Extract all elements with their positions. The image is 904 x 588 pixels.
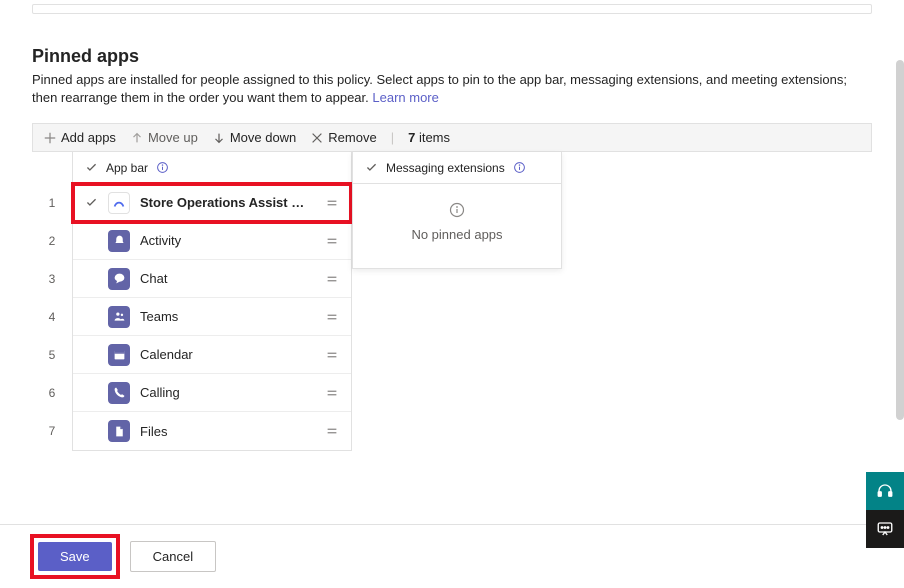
app-icon-store-operations xyxy=(108,192,130,214)
app-row[interactable]: Calling xyxy=(73,374,351,412)
section-title: Pinned apps xyxy=(32,46,872,67)
checkmark-icon[interactable] xyxy=(85,196,98,209)
drag-handle-icon[interactable] xyxy=(321,234,343,248)
app-name: Teams xyxy=(140,309,311,324)
app-bar-column-header[interactable]: App bar xyxy=(73,152,351,184)
row-number: 1 xyxy=(33,184,71,222)
previous-section-sliver xyxy=(32,4,872,14)
pinned-apps-toolbar: Add apps Move up Move down Remove | 7 it… xyxy=(32,123,872,152)
drag-handle-icon[interactable] xyxy=(321,424,343,438)
save-button-highlight: Save xyxy=(36,540,114,573)
app-name: Calendar xyxy=(140,347,311,362)
info-icon xyxy=(365,202,549,221)
app-name: Activity xyxy=(140,233,311,248)
app-name: Calling xyxy=(140,385,311,400)
section-description: Pinned apps are installed for people ass… xyxy=(32,71,862,107)
drag-handle-icon[interactable] xyxy=(321,272,343,286)
app-bar-label: App bar xyxy=(106,161,148,175)
messaging-column-header[interactable]: Messaging extensions xyxy=(353,152,561,184)
item-count: 7 items xyxy=(408,130,450,145)
info-icon[interactable] xyxy=(156,161,169,174)
app-icon-calling xyxy=(108,382,130,404)
item-count-label: items xyxy=(415,130,450,145)
move-down-button[interactable]: Move down xyxy=(212,130,296,145)
teams-admin-pinned-apps-section: Pinned apps Pinned apps are installed fo… xyxy=(0,0,904,588)
messaging-empty-state: No pinned apps xyxy=(353,184,561,268)
checkmark-icon xyxy=(365,161,378,174)
row-number-header xyxy=(33,152,71,184)
move-up-button[interactable]: Move up xyxy=(130,130,198,145)
row-number-column: 1 2 3 4 5 6 7 xyxy=(32,152,72,451)
messaging-label: Messaging extensions xyxy=(386,161,505,175)
section-description-text: Pinned apps are installed for people ass… xyxy=(32,72,847,105)
add-apps-button[interactable]: Add apps xyxy=(43,130,116,145)
row-number: 6 xyxy=(33,374,71,412)
app-name: Store Operations Assist T… xyxy=(140,195,311,210)
remove-label: Remove xyxy=(328,130,376,145)
arrow-down-icon xyxy=(212,131,226,145)
app-row[interactable]: Teams xyxy=(73,298,351,336)
cancel-button[interactable]: Cancel xyxy=(130,541,216,572)
app-row[interactable]: Chat xyxy=(73,260,351,298)
toolbar-separator: | xyxy=(391,130,394,145)
app-name: Files xyxy=(140,424,311,439)
app-row[interactable]: Activity xyxy=(73,222,351,260)
drag-handle-icon[interactable] xyxy=(321,310,343,324)
drag-handle-icon[interactable] xyxy=(321,196,343,210)
move-down-label: Move down xyxy=(230,130,296,145)
checkmark-icon xyxy=(85,161,98,174)
remove-button[interactable]: Remove xyxy=(310,130,376,145)
app-icon-calendar xyxy=(108,344,130,366)
messaging-extensions-list: Messaging extensions No pinned apps xyxy=(352,152,562,269)
messaging-empty-text: No pinned apps xyxy=(365,227,549,242)
save-button[interactable]: Save xyxy=(38,542,112,571)
plus-icon xyxy=(43,131,57,145)
scrollbar[interactable] xyxy=(896,60,904,420)
row-number: 4 xyxy=(33,298,71,336)
app-icon-teams xyxy=(108,306,130,328)
x-icon xyxy=(310,131,324,145)
row-number: 3 xyxy=(33,260,71,298)
row-number: 5 xyxy=(33,336,71,374)
add-apps-label: Add apps xyxy=(61,130,116,145)
feedback-button[interactable] xyxy=(866,510,904,548)
app-icon-activity xyxy=(108,230,130,252)
help-headset-button[interactable] xyxy=(866,472,904,510)
feedback-icon xyxy=(876,520,894,538)
app-icon-files xyxy=(108,420,130,442)
app-row-selected[interactable]: Store Operations Assist T… xyxy=(73,184,351,222)
app-icon-chat xyxy=(108,268,130,290)
app-row[interactable]: Files xyxy=(73,412,351,450)
drag-handle-icon[interactable] xyxy=(321,348,343,362)
arrow-up-icon xyxy=(130,131,144,145)
move-up-label: Move up xyxy=(148,130,198,145)
pinned-apps-lists: 1 2 3 4 5 6 7 App bar Store Operations A… xyxy=(32,152,872,451)
row-number: 2 xyxy=(33,222,71,260)
learn-more-link[interactable]: Learn more xyxy=(372,90,438,105)
headset-icon xyxy=(876,482,894,500)
app-row[interactable]: Calendar xyxy=(73,336,351,374)
app-name: Chat xyxy=(140,271,311,286)
app-bar-list: App bar Store Operations Assist T… Activ… xyxy=(72,152,352,451)
page-footer: Save Cancel xyxy=(0,524,904,588)
floating-side-actions xyxy=(866,472,904,548)
drag-handle-icon[interactable] xyxy=(321,386,343,400)
row-number: 7 xyxy=(33,412,71,450)
info-icon[interactable] xyxy=(513,161,526,174)
